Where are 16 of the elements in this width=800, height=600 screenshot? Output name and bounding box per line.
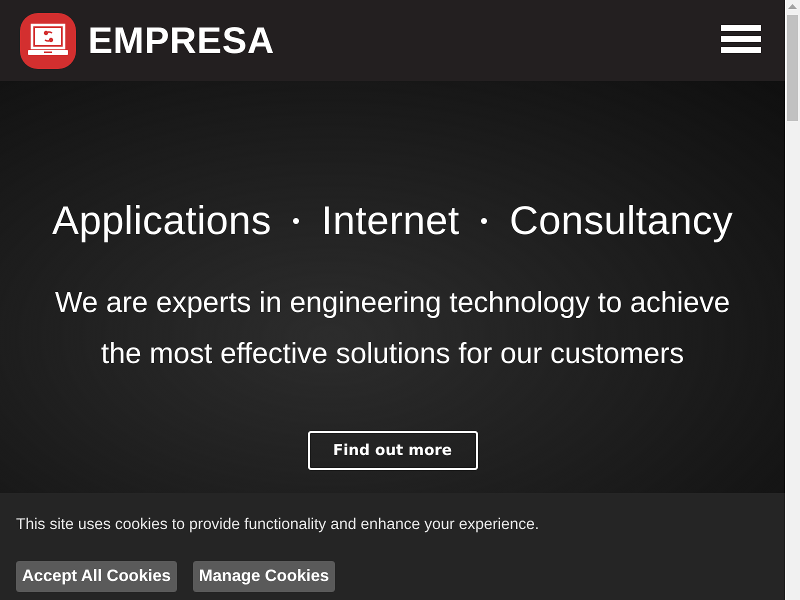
hero-tagline: We are experts in engineering technology to achieve the most effective solutions for our customers xyxy=(54,286,731,372)
brand-name[interactable]: EMPRESA xyxy=(88,20,274,62)
dot-separator-icon xyxy=(293,218,300,224)
service-heading: Applications xyxy=(52,198,272,244)
service-heading: Internet xyxy=(321,198,460,244)
find-out-more-button[interactable]: Find out more xyxy=(308,431,478,470)
manage-cookies-button[interactable]: Manage Cookies xyxy=(192,561,336,592)
service-heading: Consultancy xyxy=(509,198,733,244)
scrollbar-thumb[interactable] xyxy=(787,15,798,121)
laptop-logo-icon[interactable] xyxy=(20,12,76,68)
menu-button[interactable] xyxy=(721,24,761,52)
cookie-message: This site uses cookies to provide functionality and enhance your experience. xyxy=(16,515,540,535)
accept-cookies-button[interactable]: Accept All Cookies xyxy=(16,561,177,592)
dot-separator-icon xyxy=(481,218,488,224)
scroll-up-arrow-icon[interactable] xyxy=(788,4,797,9)
scrollbar-track[interactable] xyxy=(785,0,800,600)
